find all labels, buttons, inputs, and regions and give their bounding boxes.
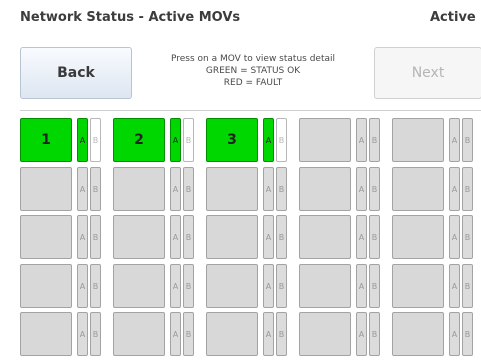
mov-channel-b[interactable]: B bbox=[183, 264, 194, 308]
mov-channel-a[interactable]: A bbox=[263, 312, 274, 356]
mov-channel-a[interactable]: A bbox=[77, 118, 88, 162]
mov-cell[interactable]: 2 bbox=[113, 118, 165, 162]
mov-channel-b[interactable]: B bbox=[369, 312, 380, 356]
mov-channel-b[interactable]: B bbox=[276, 312, 287, 356]
mov-channel-a[interactable]: A bbox=[449, 264, 460, 308]
mov-channel-b[interactable]: B bbox=[90, 167, 101, 211]
next-button[interactable]: Next bbox=[374, 47, 481, 99]
mov-cell[interactable] bbox=[299, 312, 351, 356]
mov-channel-b[interactable]: B bbox=[183, 215, 194, 259]
mov-cell[interactable] bbox=[392, 118, 444, 162]
mov-cell[interactable] bbox=[392, 215, 444, 259]
mov-channel-a[interactable]: A bbox=[356, 215, 367, 259]
mov-channel-b[interactable]: B bbox=[90, 264, 101, 308]
mov-cell[interactable] bbox=[206, 167, 258, 211]
mov-channel-b[interactable]: B bbox=[183, 312, 194, 356]
mov-channel-b[interactable]: B bbox=[276, 118, 287, 162]
mov-channel-a[interactable]: A bbox=[170, 118, 181, 162]
mov-channel-b[interactable]: B bbox=[183, 167, 194, 211]
mov-channel-a[interactable]: A bbox=[356, 312, 367, 356]
mov-cell[interactable] bbox=[392, 312, 444, 356]
mov-channel-a[interactable]: A bbox=[449, 312, 460, 356]
mov-channel-b[interactable]: B bbox=[462, 118, 473, 162]
mov-cell[interactable] bbox=[20, 264, 72, 308]
mov-cell[interactable] bbox=[206, 264, 258, 308]
mov-channel-b[interactable]: B bbox=[276, 167, 287, 211]
mov-cell[interactable] bbox=[20, 215, 72, 259]
mov-channel-a[interactable]: A bbox=[449, 118, 460, 162]
mov-cell[interactable] bbox=[113, 167, 165, 211]
instruction-line-press: Press on a MOV to view status detail bbox=[171, 54, 335, 64]
mov-channel-b[interactable]: B bbox=[276, 264, 287, 308]
mov-cell[interactable] bbox=[299, 264, 351, 308]
mov-channel-a[interactable]: A bbox=[449, 167, 460, 211]
mov-channel-a[interactable]: A bbox=[263, 167, 274, 211]
mov-cell[interactable] bbox=[113, 264, 165, 308]
mov-channel-a[interactable]: A bbox=[170, 312, 181, 356]
mov-channel-a[interactable]: A bbox=[77, 312, 88, 356]
mov-cell[interactable] bbox=[392, 167, 444, 211]
mov-cell[interactable] bbox=[113, 312, 165, 356]
mov-channel-a[interactable]: A bbox=[170, 215, 181, 259]
mov-channel-a[interactable]: A bbox=[263, 215, 274, 259]
mov-channel-b[interactable]: B bbox=[90, 312, 101, 356]
mov-channel-b[interactable]: B bbox=[369, 118, 380, 162]
mov-cell[interactable] bbox=[299, 167, 351, 211]
mov-channel-a[interactable]: A bbox=[170, 167, 181, 211]
mov-cell[interactable] bbox=[20, 167, 72, 211]
mov-cell[interactable] bbox=[206, 312, 258, 356]
page-title: Network Status - Active MOVs bbox=[20, 10, 241, 25]
back-button[interactable]: Back bbox=[20, 47, 132, 99]
mov-channel-a[interactable]: A bbox=[449, 215, 460, 259]
instruction-line-red: RED = FAULT bbox=[223, 78, 283, 88]
mov-cell[interactable] bbox=[299, 215, 351, 259]
mov-channel-a[interactable]: A bbox=[356, 264, 367, 308]
mov-channel-a[interactable]: A bbox=[263, 118, 274, 162]
mov-channel-a[interactable]: A bbox=[356, 118, 367, 162]
mov-channel-b[interactable]: B bbox=[369, 167, 380, 211]
mov-channel-b[interactable]: B bbox=[462, 215, 473, 259]
mov-channel-b[interactable]: B bbox=[462, 264, 473, 308]
mov-channel-a[interactable]: A bbox=[170, 264, 181, 308]
mov-channel-a[interactable]: A bbox=[77, 264, 88, 308]
mov-channel-a[interactable]: A bbox=[77, 167, 88, 211]
active-label: Active bbox=[430, 10, 476, 25]
mov-channel-b[interactable]: B bbox=[90, 118, 101, 162]
mov-channel-b[interactable]: B bbox=[462, 312, 473, 356]
mov-channel-a[interactable]: A bbox=[356, 167, 367, 211]
mov-cell[interactable] bbox=[206, 215, 258, 259]
mov-channel-a[interactable]: A bbox=[77, 215, 88, 259]
instruction-line-green: GREEN = STATUS OK bbox=[205, 66, 301, 76]
instructions: Press on a MOV to view status detail GRE… bbox=[138, 53, 368, 89]
mov-cell[interactable]: 1 bbox=[20, 118, 72, 162]
mov-cell[interactable] bbox=[392, 264, 444, 308]
mov-channel-b[interactable]: B bbox=[90, 215, 101, 259]
mov-channel-b[interactable]: B bbox=[462, 167, 473, 211]
mov-channel-b[interactable]: B bbox=[183, 118, 194, 162]
mov-cell[interactable] bbox=[299, 118, 351, 162]
mov-cell[interactable]: 3 bbox=[206, 118, 258, 162]
mov-channel-b[interactable]: B bbox=[276, 215, 287, 259]
mov-cell[interactable] bbox=[113, 215, 165, 259]
divider bbox=[20, 110, 481, 111]
mov-cell[interactable] bbox=[20, 312, 72, 356]
mov-channel-b[interactable]: B bbox=[369, 264, 380, 308]
mov-channel-b[interactable]: B bbox=[369, 215, 380, 259]
mov-channel-a[interactable]: A bbox=[263, 264, 274, 308]
